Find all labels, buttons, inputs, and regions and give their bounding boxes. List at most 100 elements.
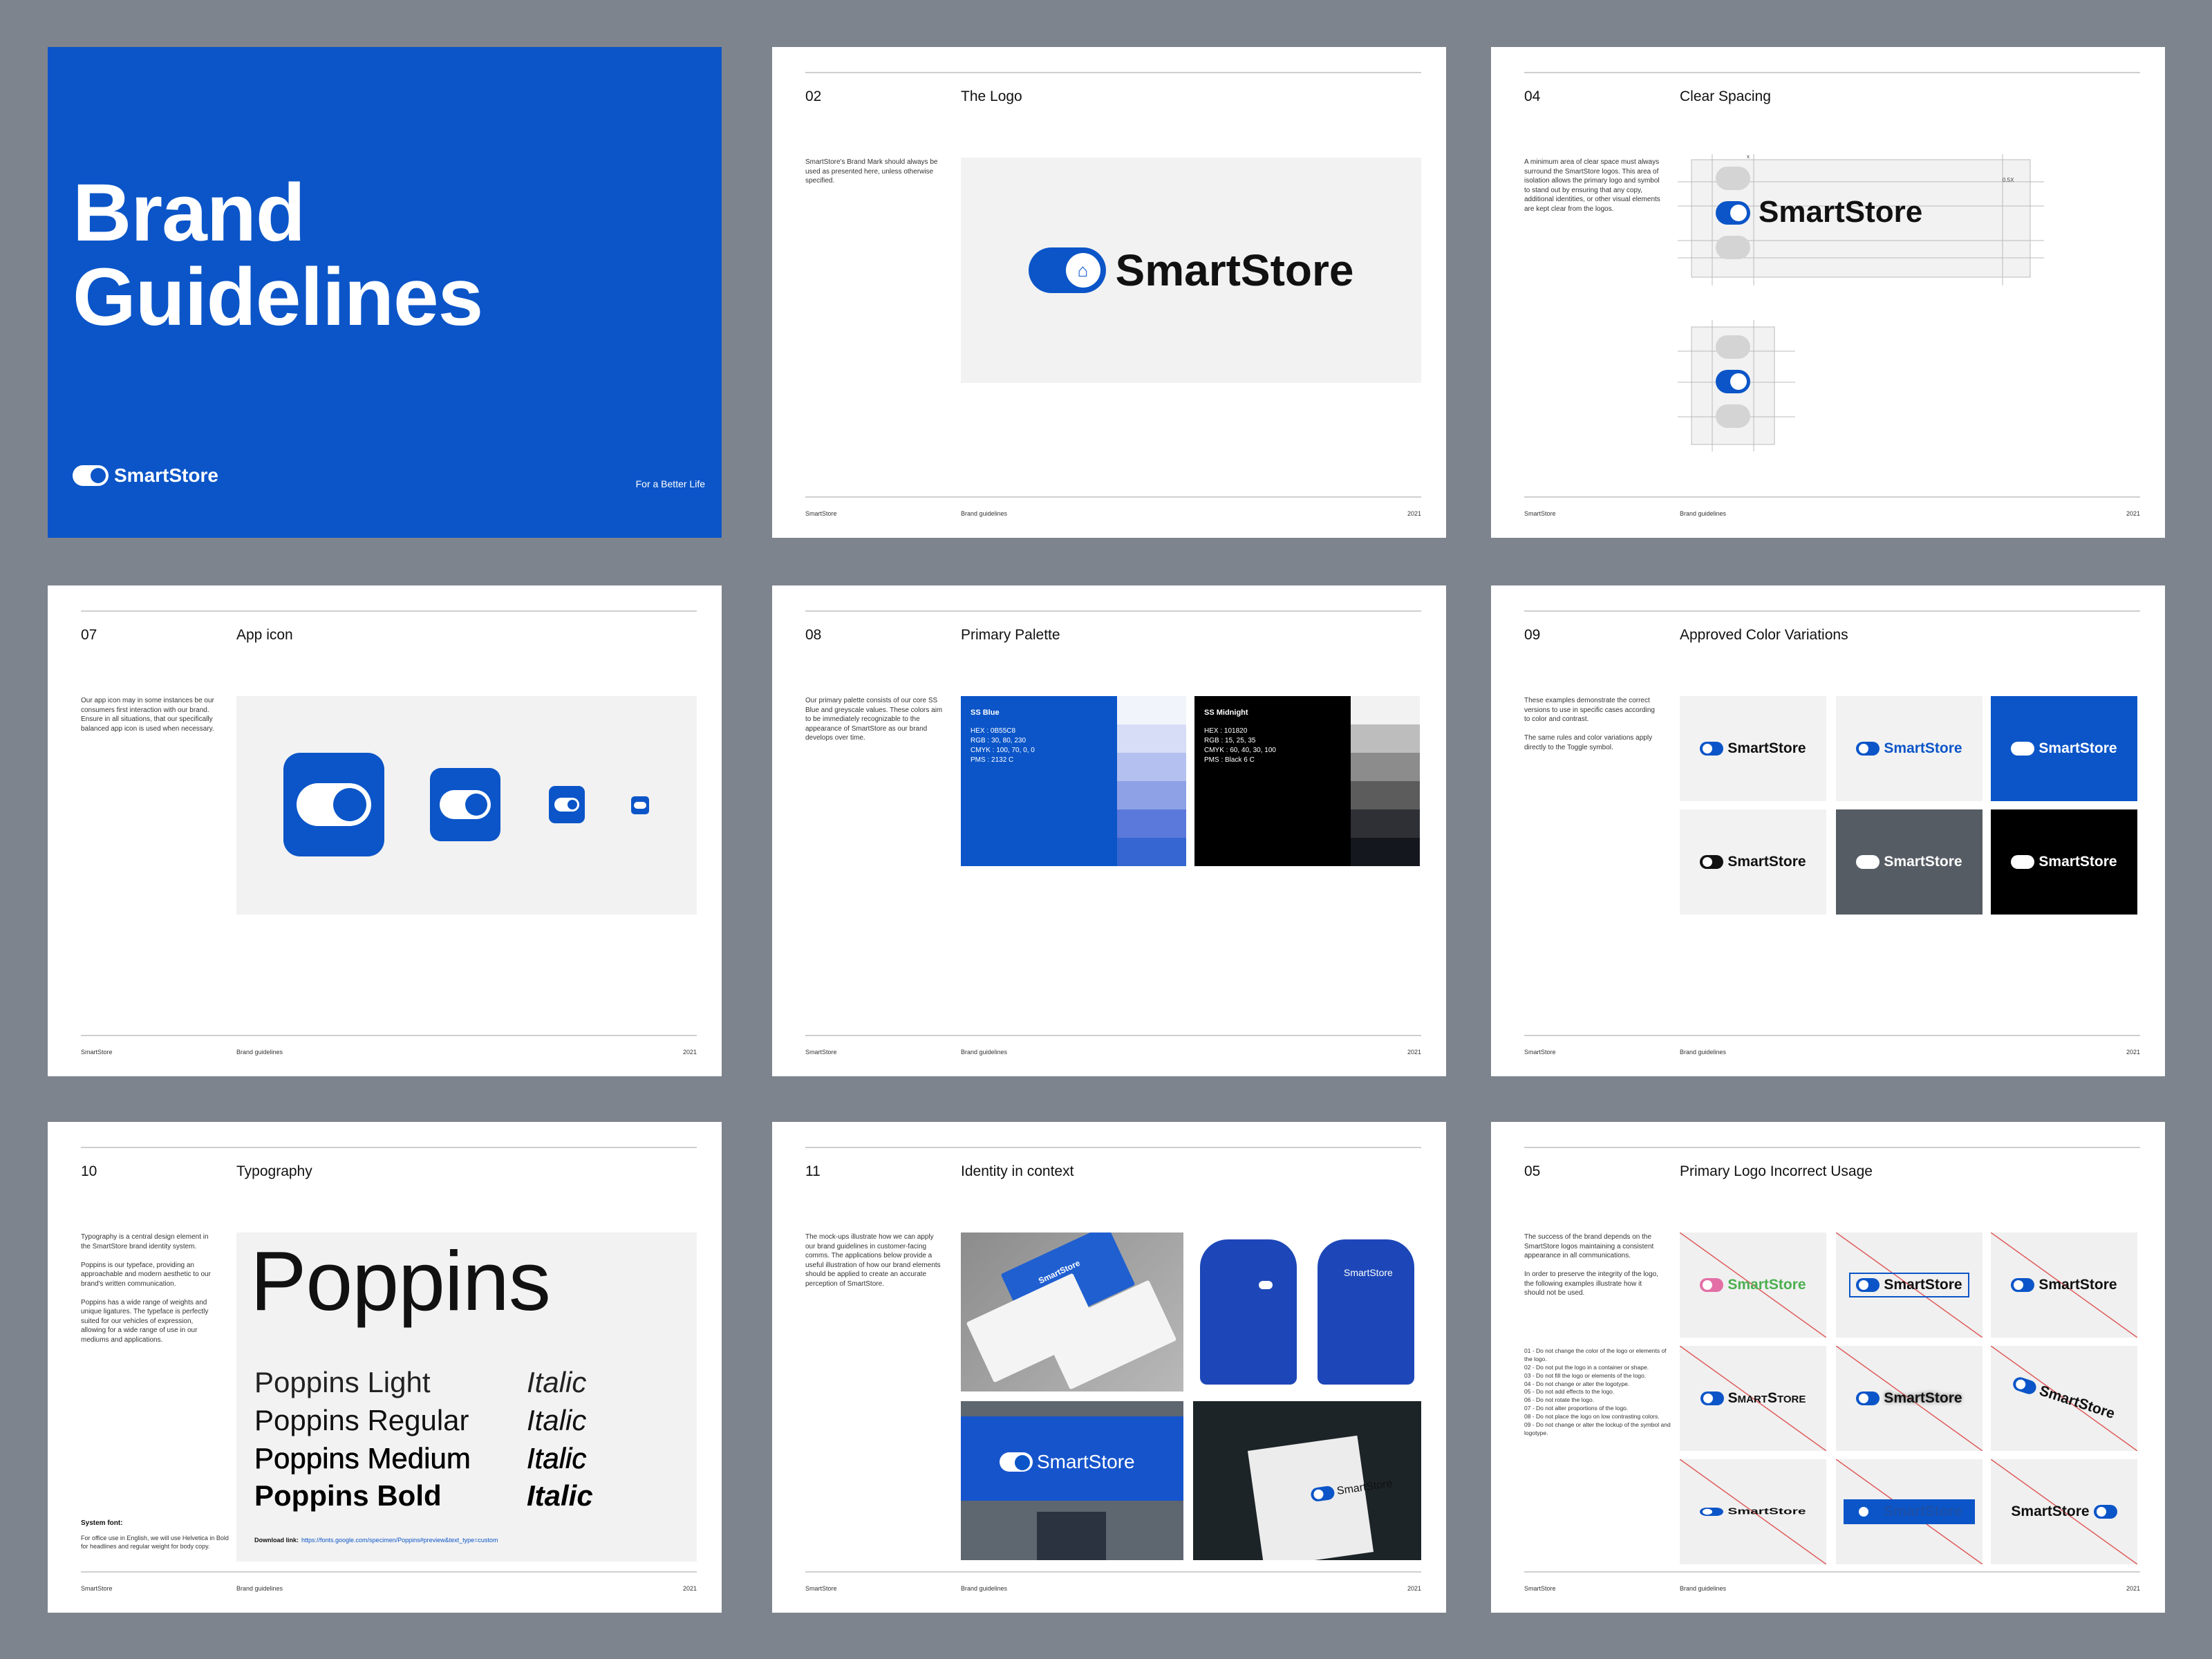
variation-label: SmartStore bbox=[1727, 854, 1806, 870]
divider bbox=[1524, 496, 2140, 498]
incorrect-logo: SmartStore bbox=[1844, 1499, 1975, 1524]
incorrect-cell: SmartStore bbox=[1836, 1459, 1983, 1564]
divider bbox=[1524, 1035, 2140, 1036]
rule-item: 09 - Do not change or alter the lockup o… bbox=[1524, 1421, 1671, 1436]
footer-brand: SmartStore bbox=[805, 1049, 837, 1056]
download-link[interactable]: https://fonts.google.com/specimen/Poppin… bbox=[301, 1537, 498, 1544]
storefront-photo: SmartStore bbox=[961, 1401, 1183, 1560]
incorrect-label: SmartStore bbox=[1884, 1390, 1962, 1406]
footer-brand: SmartStore bbox=[81, 1049, 113, 1056]
swatch-values: HEX : 101820 RGB : 15, 25, 35 CMYK : 60,… bbox=[1204, 727, 1276, 764]
footer-doc: Brand guidelines bbox=[1680, 510, 1727, 517]
toggle-icon bbox=[1856, 1505, 1880, 1519]
divider bbox=[81, 1035, 697, 1036]
weight-medium-italic: Italic bbox=[527, 1442, 587, 1475]
page-number: 10 bbox=[81, 1163, 97, 1179]
footer-year: 2021 bbox=[682, 1585, 697, 1592]
swatch-blue: SS Blue HEX : 0B55C8 RGB : 30, 80, 230 C… bbox=[961, 696, 1117, 866]
footer-year: 2021 bbox=[2126, 1585, 2140, 1592]
tint-swatch bbox=[1117, 838, 1186, 866]
app-icon-tiny bbox=[631, 796, 649, 814]
tint-swatch bbox=[1117, 696, 1186, 724]
divider bbox=[805, 496, 1421, 498]
rule-item: 03 - Do not fill the logo or elements of… bbox=[1524, 1371, 1647, 1379]
divider bbox=[81, 610, 697, 612]
footer-doc: Brand guidelines bbox=[961, 1585, 1008, 1592]
page-body: These examples demonstrate the correct v… bbox=[1524, 697, 1655, 751]
toggle-icon bbox=[1700, 855, 1724, 869]
footer-brand: SmartStore bbox=[1524, 1585, 1556, 1592]
weight-light: Poppins Light bbox=[254, 1366, 431, 1398]
incorrect-logo: SmartStore bbox=[1849, 1273, 1969, 1297]
swatch-name: SS Midnight bbox=[1204, 709, 1248, 717]
incorrect-label: SmartStore bbox=[1884, 1503, 1962, 1519]
shirt-logo-text: SmartStore bbox=[1344, 1267, 1393, 1278]
page-body: Our primary palette consists of our core… bbox=[805, 697, 943, 742]
toggle-icon bbox=[1856, 1391, 1880, 1405]
tint-swatch bbox=[1117, 809, 1186, 838]
primary-logo: ⌂ SmartStore bbox=[1028, 245, 1354, 296]
weight-regular-italic: Italic bbox=[527, 1404, 587, 1436]
spacing-page[interactable]: 04 Clear Spacing A minimum area of clear… bbox=[1491, 47, 2165, 538]
variation-label: SmartStore bbox=[1884, 740, 1962, 756]
divider bbox=[805, 610, 1421, 612]
page-title: Clear Spacing bbox=[1680, 88, 1771, 104]
page-title: Primary Logo Incorrect Usage bbox=[1680, 1163, 1873, 1179]
logo-page[interactable]: 02 The Logo SmartStore's Brand Mark shou… bbox=[772, 47, 1446, 538]
page-body: A minimum area of clear space must alway… bbox=[1524, 158, 1660, 213]
incorrect-cell: SmartStore bbox=[1680, 1459, 1826, 1564]
divider bbox=[805, 1571, 1421, 1573]
tints-blue bbox=[1117, 696, 1186, 866]
variation-cell: SmartStore bbox=[1836, 696, 1983, 801]
divider bbox=[81, 1147, 697, 1148]
context-page[interactable]: 11 Identity in context The mock-ups illu… bbox=[772, 1122, 1446, 1613]
page-number: 05 bbox=[1524, 1163, 1541, 1179]
app-icon-page[interactable]: 07 App icon Our app icon may in some ins… bbox=[48, 585, 722, 1076]
divider bbox=[805, 72, 1421, 73]
tint-swatch bbox=[1117, 753, 1186, 781]
variations-page[interactable]: 09 Approved Color Variations These examp… bbox=[1491, 585, 2165, 1076]
tint-swatch bbox=[1351, 781, 1420, 809]
page-title: Typography bbox=[236, 1163, 312, 1179]
toggle-icon bbox=[1700, 1278, 1724, 1292]
tints-midnight bbox=[1351, 696, 1420, 866]
cover-logo: SmartStore bbox=[73, 465, 218, 487]
palette-page[interactable]: 08 Primary Palette Our primary palette c… bbox=[772, 585, 1446, 1076]
system-font-body: For office use in English, we will use H… bbox=[81, 1535, 229, 1550]
weight-medium: Poppins Medium bbox=[254, 1442, 471, 1475]
cover-page[interactable]: Brand Guidelines SmartStore For a Better… bbox=[48, 47, 722, 538]
tote-bag-photo: SmartStore bbox=[1193, 1401, 1421, 1560]
footer-doc: Brand guidelines bbox=[1680, 1585, 1727, 1592]
page-body: The success of the brand depends on the … bbox=[1524, 1233, 1658, 1297]
page-title: Approved Color Variations bbox=[1680, 627, 1848, 643]
logo-panel: ⌂ SmartStore bbox=[961, 158, 1421, 383]
incorrect-cell: SmartStore bbox=[1836, 1346, 1983, 1451]
weight-bold-italic: Italic bbox=[527, 1479, 593, 1512]
toggle-icon bbox=[1856, 1278, 1880, 1292]
rules-list: 01 - Do not change the color of the logo… bbox=[1524, 1347, 1673, 1438]
page-body: SmartStore's Brand Mark should always be… bbox=[805, 158, 938, 185]
rule-item: 01 - Do not change the color of the logo… bbox=[1524, 1347, 1667, 1362]
business-cards-photo: SmartStore bbox=[961, 1232, 1183, 1391]
divider bbox=[1524, 1147, 2140, 1148]
variation-label: SmartStore bbox=[1727, 740, 1806, 756]
tint-swatch bbox=[1117, 724, 1186, 753]
app-icon-medium bbox=[430, 768, 500, 841]
footer-brand: SmartStore bbox=[81, 1585, 113, 1592]
tint-swatch bbox=[1351, 838, 1420, 866]
page-title: Primary Palette bbox=[961, 627, 1060, 643]
weight-bold: Poppins Bold bbox=[254, 1479, 442, 1512]
toggle-icon bbox=[1700, 1391, 1724, 1405]
footer-year: 2021 bbox=[2126, 1049, 2140, 1056]
logo-text: SmartStore bbox=[1115, 245, 1354, 295]
typography-page[interactable]: 10 Typography Typography is a central de… bbox=[48, 1122, 722, 1613]
footer-doc: Brand guidelines bbox=[236, 1585, 283, 1592]
incorrect-usage-page[interactable]: 05 Primary Logo Incorrect Usage The succ… bbox=[1491, 1122, 2165, 1613]
variation-cell: SmartStore bbox=[1991, 696, 2137, 801]
page-title: App icon bbox=[236, 627, 293, 643]
incorrect-label: SmartStore bbox=[1884, 1277, 1962, 1293]
toggle-icon bbox=[2093, 1505, 2117, 1519]
incorrect-logo: SmartStore bbox=[2011, 1277, 2117, 1293]
font-name: Poppins bbox=[250, 1234, 551, 1328]
footer-year: 2021 bbox=[1407, 1049, 1421, 1056]
